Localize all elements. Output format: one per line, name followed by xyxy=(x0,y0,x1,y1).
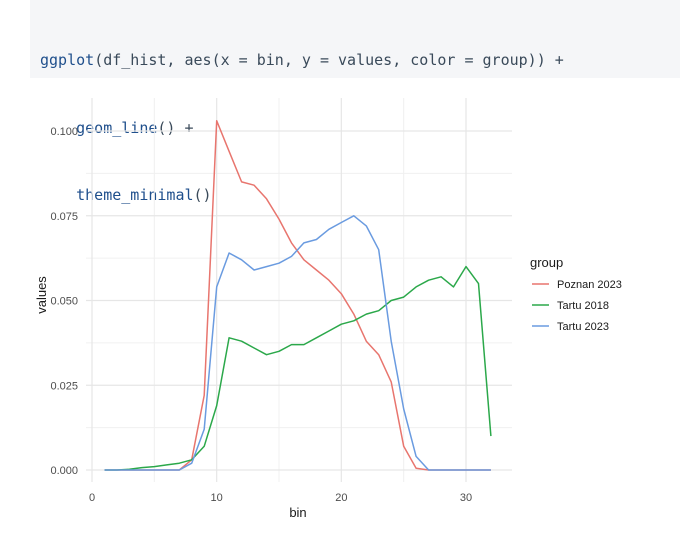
legend-label: Tartu 2023 xyxy=(557,321,609,333)
y-axis-label: values xyxy=(34,276,49,314)
code-text: (df_hist, aes(x = bin, y = values, color… xyxy=(94,51,564,69)
x-tick-label: 10 xyxy=(211,492,223,504)
x-tick-label: 30 xyxy=(460,492,472,504)
y-tick-label: 0.100 xyxy=(50,126,78,138)
y-tick-label: 0.050 xyxy=(50,296,78,308)
series-line-tartu-2018 xyxy=(104,265,492,471)
code-function: ggplot xyxy=(40,51,95,69)
x-tick-label: 20 xyxy=(335,492,347,504)
y-tick-label: 0.000 xyxy=(50,465,78,477)
legend-label: Poznan 2023 xyxy=(557,279,622,291)
x-tick-label: 0 xyxy=(89,492,95,504)
legend-label: Tartu 2018 xyxy=(557,300,609,312)
minor-grid xyxy=(86,98,512,482)
x-axis-label: bin xyxy=(289,505,306,520)
major-grid xyxy=(86,98,512,482)
chart-container: 0.000 0.025 0.050 0.075 0.100 0 10 20 30 bin va… xyxy=(0,90,680,536)
x-axis-ticks: 0 10 20 30 xyxy=(89,492,472,504)
y-tick-label: 0.025 xyxy=(50,380,78,392)
code-block: ggplot(df_hist, aes(x = bin, y = values,… xyxy=(30,0,680,204)
legend: group Poznan 2023 Tartu 2018 Tartu 2023 xyxy=(530,255,622,333)
y-axis-ticks: 0.000 0.025 0.050 0.075 0.100 xyxy=(50,126,78,477)
y-tick-label: 0.075 xyxy=(50,211,78,223)
legend-title: group xyxy=(530,255,563,270)
line-chart: 0.000 0.025 0.050 0.075 0.100 0 10 20 30 bin va… xyxy=(34,98,622,520)
code-line-1: ggplot(df_hist, aes(x = bin, y = values,… xyxy=(40,49,680,72)
